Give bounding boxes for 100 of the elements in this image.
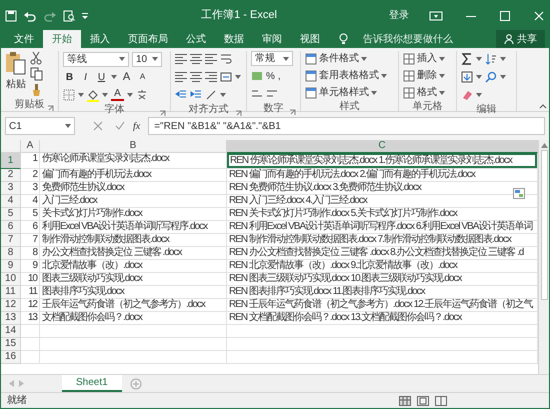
- vertical-scrollbar[interactable]: [538, 140, 549, 374]
- empty-cell[interactable]: [40, 351, 227, 364]
- font-size-dropdown[interactable]: 10: [132, 52, 162, 66]
- merge-cells-icon[interactable]: [220, 71, 232, 83]
- lightbulb-icon[interactable]: [339, 33, 348, 45]
- italic-button[interactable]: I: [79, 70, 92, 84]
- font-name-dropdown[interactable]: 等线: [63, 52, 129, 66]
- caret-icon[interactable]: [111, 75, 117, 79]
- maximize-icon[interactable]: [499, 10, 511, 22]
- caret-icon[interactable]: [371, 90, 377, 94]
- underline-button[interactable]: U: [95, 70, 108, 84]
- row-header[interactable]: 5: [1, 208, 21, 221]
- ribbon-tab[interactable]: 数据: [215, 30, 253, 48]
- print-preview-icon[interactable]: [63, 10, 75, 22]
- align-left-icon[interactable]: [175, 71, 187, 83]
- save-icon[interactable]: [5, 10, 17, 22]
- insert-function-button[interactable]: fx: [133, 118, 140, 134]
- autosum-icon[interactable]: [461, 53, 473, 65]
- empty-cell[interactable]: [40, 325, 227, 338]
- text-orientation-icon[interactable]: [205, 89, 217, 101]
- caret-icon[interactable]: [381, 74, 387, 78]
- scroll-up-icon[interactable]: [540, 143, 548, 148]
- comma-style-button[interactable]: ,: [278, 68, 281, 84]
- row-header[interactable]: 10: [1, 273, 21, 286]
- row-header[interactable]: 12: [1, 299, 21, 312]
- share-button[interactable]: 共享: [496, 30, 545, 48]
- quick-analysis-icon[interactable]: [513, 188, 525, 199]
- wrap-text-icon[interactable]: [220, 53, 232, 65]
- customize-icon[interactable]: [81, 12, 89, 20]
- align-right-icon[interactable]: [205, 71, 217, 83]
- caret-icon[interactable]: [500, 57, 506, 61]
- caret-icon[interactable]: [127, 93, 133, 97]
- row-header[interactable]: 9: [1, 260, 21, 273]
- insert-cells-button[interactable]: 插入: [403, 51, 445, 66]
- scissors-icon[interactable]: [30, 51, 42, 65]
- caret-icon[interactable]: [102, 93, 108, 97]
- fill-color-icon[interactable]: [87, 88, 99, 102]
- ribbon-tab[interactable]: 审阅: [253, 30, 291, 48]
- phonetic-guide-icon[interactable]: [136, 89, 148, 101]
- enter-icon[interactable]: [115, 121, 125, 131]
- caret-icon[interactable]: [439, 74, 445, 78]
- format-as-table-button[interactable]: 套用表格格式: [305, 68, 387, 83]
- caret-icon[interactable]: [500, 75, 506, 79]
- search-icon[interactable]: [485, 71, 497, 83]
- bottom-align-icon[interactable]: [205, 53, 217, 65]
- row-header[interactable]: 8: [1, 247, 21, 260]
- row-header[interactable]: 15: [1, 338, 21, 351]
- ribbon-tab[interactable]: 文件: [5, 30, 43, 48]
- cell-styles-button[interactable]: 单元格样式: [305, 85, 387, 100]
- caret-icon[interactable]: [476, 57, 482, 61]
- eraser-icon[interactable]: [461, 89, 473, 101]
- column-header[interactable]: C: [227, 140, 538, 153]
- ribbon-tab[interactable]: 公式: [177, 30, 215, 48]
- empty-cell[interactable]: [227, 325, 538, 338]
- fill-down-icon[interactable]: [461, 71, 473, 83]
- row-header[interactable]: 6: [1, 221, 21, 234]
- sort-filter-icon[interactable]: [485, 53, 497, 65]
- caret-icon[interactable]: [439, 56, 445, 60]
- caret-icon[interactable]: [220, 93, 226, 97]
- caret-icon[interactable]: [283, 56, 289, 60]
- paintbrush-icon[interactable]: [30, 83, 42, 97]
- center-icon[interactable]: [190, 71, 202, 83]
- decrease-font-button[interactable]: A: [136, 71, 149, 83]
- tell-me-field[interactable]: 告诉我你想要做什么: [363, 32, 496, 46]
- ribbon-tab[interactable]: 开始: [43, 30, 81, 48]
- caret-icon[interactable]: [235, 75, 241, 79]
- caret-icon[interactable]: [476, 75, 482, 79]
- row-header[interactable]: 2: [1, 169, 21, 182]
- row-header[interactable]: 7: [1, 234, 21, 247]
- copy-icon[interactable]: [30, 67, 44, 81]
- column-header[interactable]: B: [40, 140, 227, 153]
- caret-icon[interactable]: [119, 57, 125, 61]
- row-header[interactable]: 3: [1, 182, 21, 195]
- paste-button[interactable]: 粘贴: [5, 51, 27, 98]
- number-format-dropdown[interactable]: 常规: [251, 51, 293, 66]
- normal-view-icon[interactable]: [399, 396, 411, 406]
- dialog-launcher-icon[interactable]: [47, 104, 54, 112]
- delete-cells-button[interactable]: 删除: [403, 68, 445, 83]
- ribbon-tab[interactable]: 视图: [291, 30, 329, 48]
- bold-button[interactable]: B: [63, 70, 76, 84]
- close-icon[interactable]: [533, 10, 545, 22]
- row-header[interactable]: 4: [1, 195, 21, 208]
- caret-icon[interactable]: [439, 90, 445, 94]
- row-header[interactable]: 16: [1, 351, 21, 364]
- ribbon-display-icon[interactable]: [429, 10, 443, 22]
- percent-button[interactable]: %: [266, 68, 275, 84]
- sheet-tab[interactable]: Sheet1: [62, 375, 122, 392]
- dialog-launcher-icon[interactable]: [289, 108, 296, 116]
- middle-align-icon[interactable]: [190, 53, 202, 65]
- cancel-icon[interactable]: [93, 121, 103, 131]
- column-header[interactable]: A: [21, 140, 40, 153]
- borders-icon[interactable]: [63, 89, 75, 101]
- name-box[interactable]: C1: [5, 117, 75, 135]
- dialog-launcher-icon[interactable]: [235, 110, 242, 117]
- row-header[interactable]: 14: [1, 325, 21, 338]
- caret-icon[interactable]: [476, 93, 482, 97]
- sign-in-link[interactable]: 登录: [389, 8, 409, 23]
- ribbon-tab[interactable]: 页面布局: [119, 30, 177, 48]
- caret-icon[interactable]: [361, 56, 367, 60]
- font-color-button[interactable]: A: [111, 89, 124, 101]
